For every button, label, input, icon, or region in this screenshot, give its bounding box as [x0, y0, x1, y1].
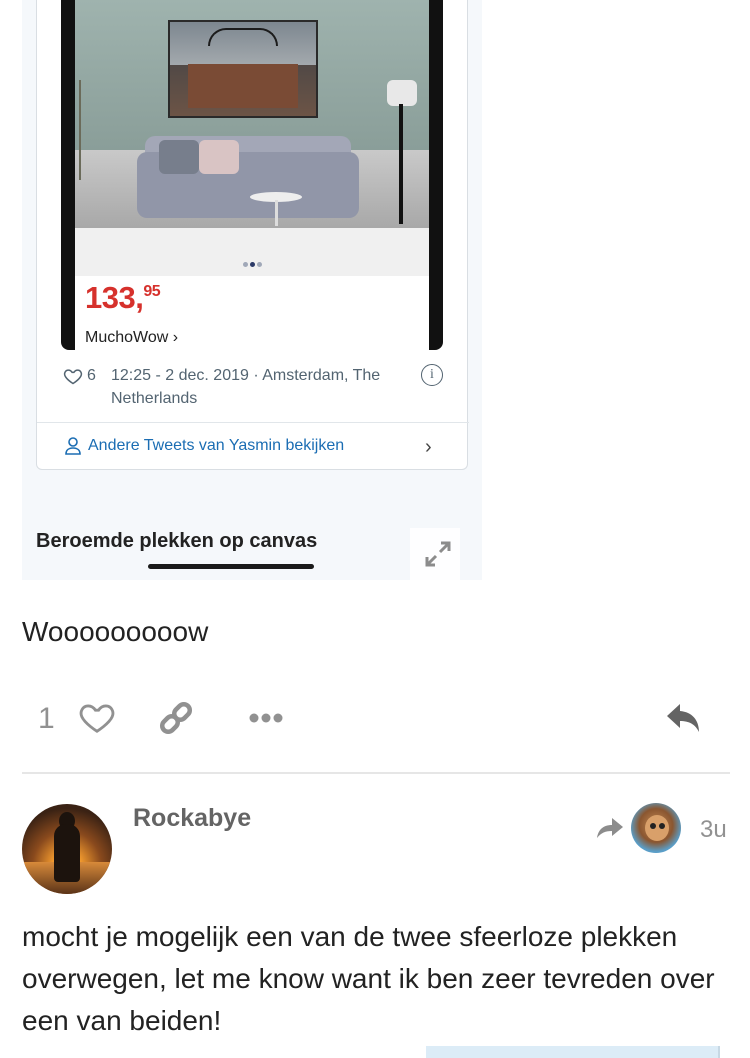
- reply-icon[interactable]: [664, 698, 704, 738]
- carousel-dot-active[interactable]: [249, 262, 255, 267]
- person-icon: [65, 437, 81, 455]
- post-actions: 1: [22, 690, 730, 750]
- expand-icon[interactable]: [424, 540, 452, 568]
- carousel-dot[interactable]: [242, 262, 248, 267]
- reply-to-avatar[interactable]: [631, 803, 681, 853]
- heart-icon[interactable]: [63, 366, 83, 386]
- product-photo: [75, 0, 429, 228]
- onebox-title[interactable]: Beroemde plekken op canvas: [36, 530, 317, 553]
- heart-icon[interactable]: [78, 698, 116, 736]
- tripod-lamp: [387, 80, 417, 106]
- reply-body: mocht je mogelijk een van de twee sfeerl…: [22, 921, 715, 1036]
- more-tweets-link[interactable]: Andere Tweets van Yasmin bekijken: [88, 437, 344, 455]
- carousel-dot[interactable]: [256, 262, 262, 267]
- tweet-image[interactable]: 133,95 MuchoWow ›: [61, 0, 443, 350]
- username[interactable]: Rockabye: [133, 804, 251, 833]
- post-like-count[interactable]: 1: [38, 702, 55, 736]
- product-screenshot: 133,95 MuchoWow ›: [75, 0, 429, 350]
- post-divider: [22, 772, 730, 774]
- avatar[interactable]: [22, 804, 112, 894]
- tweet-timestamp[interactable]: 12:25 - 2 dec. 2019 · Amsterdam, The Net…: [111, 364, 411, 410]
- info-icon[interactable]: i: [421, 364, 443, 386]
- link-icon[interactable]: [156, 698, 196, 738]
- quote-block: [426, 1046, 720, 1058]
- tweet-like-count: 6: [87, 367, 96, 384]
- plant-decor: [79, 80, 105, 180]
- post-body: Wooooooooow: [22, 616, 209, 647]
- more-icon[interactable]: [248, 704, 284, 732]
- onebox-container: 133,95 MuchoWow › 6 12:25 - 2 dec. 2019 …: [22, 0, 482, 580]
- share-arrow-icon[interactable]: [596, 816, 624, 840]
- shop-link[interactable]: MuchoWow ›: [85, 329, 178, 347]
- post-age[interactable]: 3u: [700, 816, 727, 844]
- product-price: 133,95: [85, 280, 161, 315]
- canvas-print: [168, 20, 318, 118]
- chevron-right-icon[interactable]: ›: [425, 436, 432, 459]
- scroll-indicator: [148, 564, 314, 569]
- embedded-tweet-card[interactable]: 133,95 MuchoWow › 6 12:25 - 2 dec. 2019 …: [36, 0, 469, 470]
- more-tweets-row[interactable]: Andere Tweets van Yasmin bekijken ›: [37, 422, 469, 470]
- carousel-dots[interactable]: [75, 228, 429, 276]
